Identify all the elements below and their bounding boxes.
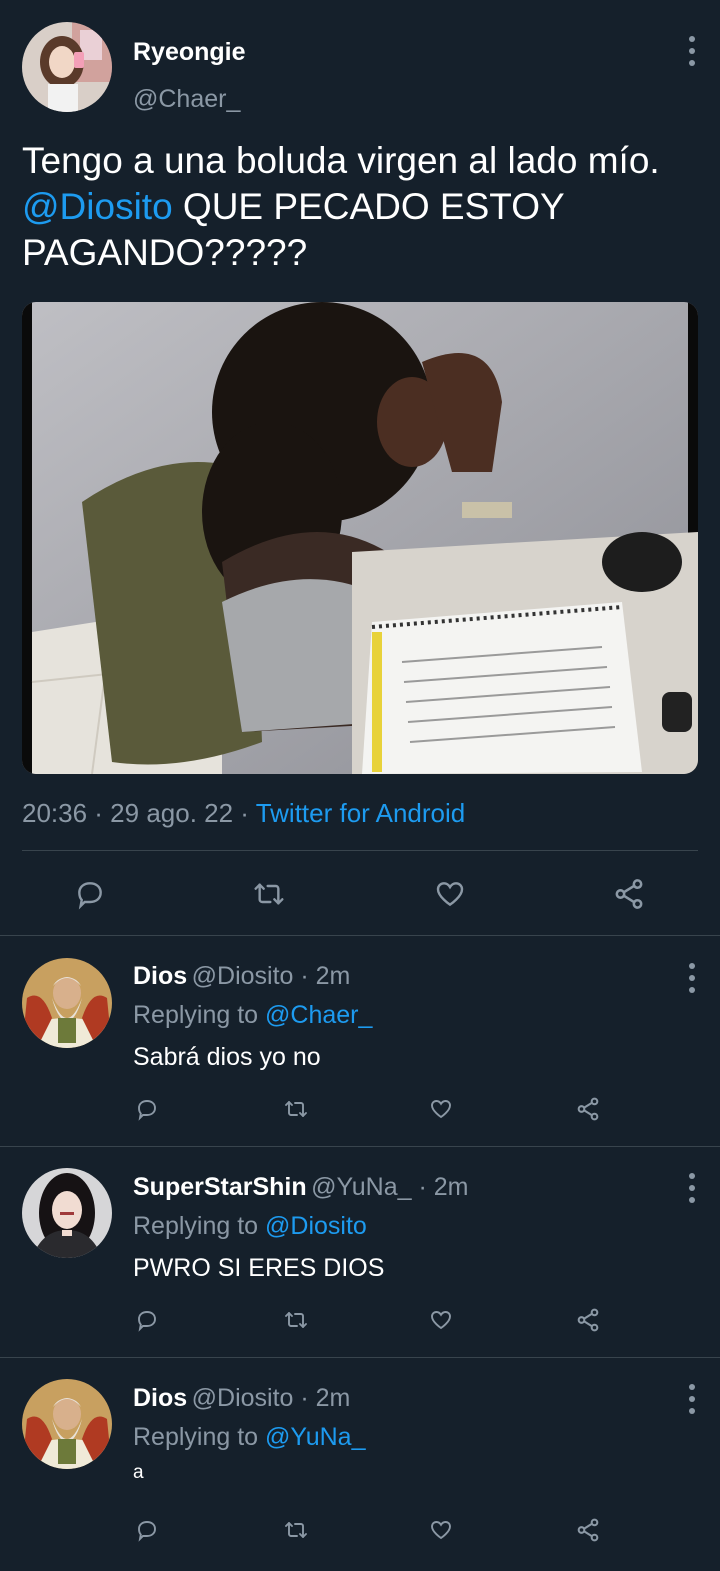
heart-icon[interactable] (426, 1515, 456, 1545)
retweet-icon[interactable] (280, 1094, 312, 1124)
divider (0, 935, 720, 936)
tweet-text: Tengo a una boluda virgen al lado mío. @… (22, 138, 698, 276)
retweet-icon[interactable] (280, 1305, 312, 1335)
tweet-text-part: Tengo a una boluda virgen al lado mío. (22, 140, 660, 181)
share-icon[interactable] (573, 1094, 603, 1124)
author-name[interactable]: Ryeongie (133, 38, 246, 67)
reply-author-handle[interactable]: @Diosito (192, 962, 294, 990)
reply-author-name[interactable]: Dios (133, 962, 187, 990)
reply-icon[interactable] (132, 1094, 162, 1124)
author-handle[interactable]: @Chaer_ (133, 85, 240, 114)
reply-author-name[interactable]: Dios (133, 1384, 187, 1412)
share-icon[interactable] (573, 1515, 603, 1545)
replying-to: Replying to @Chaer_ (133, 1001, 372, 1030)
reply-text: PWRO SI ERES DIOS (133, 1254, 385, 1282)
more-vertical-icon[interactable] (682, 36, 702, 66)
reply-time: · 2m (293, 1384, 351, 1412)
replying-mention[interactable]: @Chaer_ (265, 1001, 372, 1029)
reply-icon[interactable] (132, 1515, 162, 1545)
reply-avatar[interactable] (22, 1379, 112, 1469)
reply-text: a (133, 1462, 144, 1483)
divider (22, 850, 698, 851)
reply-avatar[interactable] (22, 958, 112, 1048)
author-avatar[interactable] (22, 22, 112, 112)
tweet-source-link[interactable]: Twitter for Android (256, 798, 466, 828)
retweet-icon[interactable] (280, 1515, 312, 1545)
reply-time: · 2m (411, 1173, 469, 1201)
tweet-meta: 20:36 · 29 ago. 22 · Twitter for Android (22, 798, 465, 829)
replying-label: Replying to (133, 1001, 266, 1029)
reply-text: Sabrá dios yo no (133, 1043, 321, 1071)
mention-link[interactable]: @Diosito (22, 186, 173, 227)
more-vertical-icon[interactable] (682, 1384, 702, 1414)
reply-avatar[interactable] (22, 1168, 112, 1258)
reply-author-handle[interactable]: @YuNa_ (311, 1173, 411, 1201)
heart-icon[interactable] (426, 1305, 456, 1335)
reply-header: SuperStarShin @YuNa_ · 2m (133, 1173, 469, 1202)
tweet-photo[interactable] (22, 302, 698, 774)
heart-icon[interactable] (426, 1094, 456, 1124)
reply-time: · 2m (293, 962, 351, 990)
replying-label: Replying to (133, 1212, 266, 1240)
reply-header: Dios @Diosito · 2m (133, 962, 350, 991)
reply-author-name[interactable]: SuperStarShin (133, 1173, 307, 1201)
reply-header: Dios @Diosito · 2m (133, 1384, 350, 1413)
reply-icon[interactable] (70, 874, 110, 914)
retweet-icon[interactable] (248, 874, 290, 914)
tweet-timestamp: 20:36 · 29 ago. 22 · (22, 798, 256, 828)
reply-author-handle[interactable]: @Diosito (192, 1384, 294, 1412)
replying-to: Replying to @YuNa_ (133, 1423, 365, 1452)
more-vertical-icon[interactable] (682, 1173, 702, 1203)
divider (0, 1146, 720, 1147)
replying-mention[interactable]: @YuNa_ (265, 1423, 365, 1451)
more-vertical-icon[interactable] (682, 963, 702, 993)
share-icon[interactable] (573, 1305, 603, 1335)
divider (0, 1357, 720, 1358)
replying-to: Replying to @Diosito (133, 1212, 367, 1241)
replying-mention[interactable]: @Diosito (265, 1212, 367, 1240)
replying-label: Replying to (133, 1423, 266, 1451)
share-icon[interactable] (608, 874, 650, 914)
heart-icon[interactable] (430, 874, 470, 914)
reply-icon[interactable] (132, 1305, 162, 1335)
